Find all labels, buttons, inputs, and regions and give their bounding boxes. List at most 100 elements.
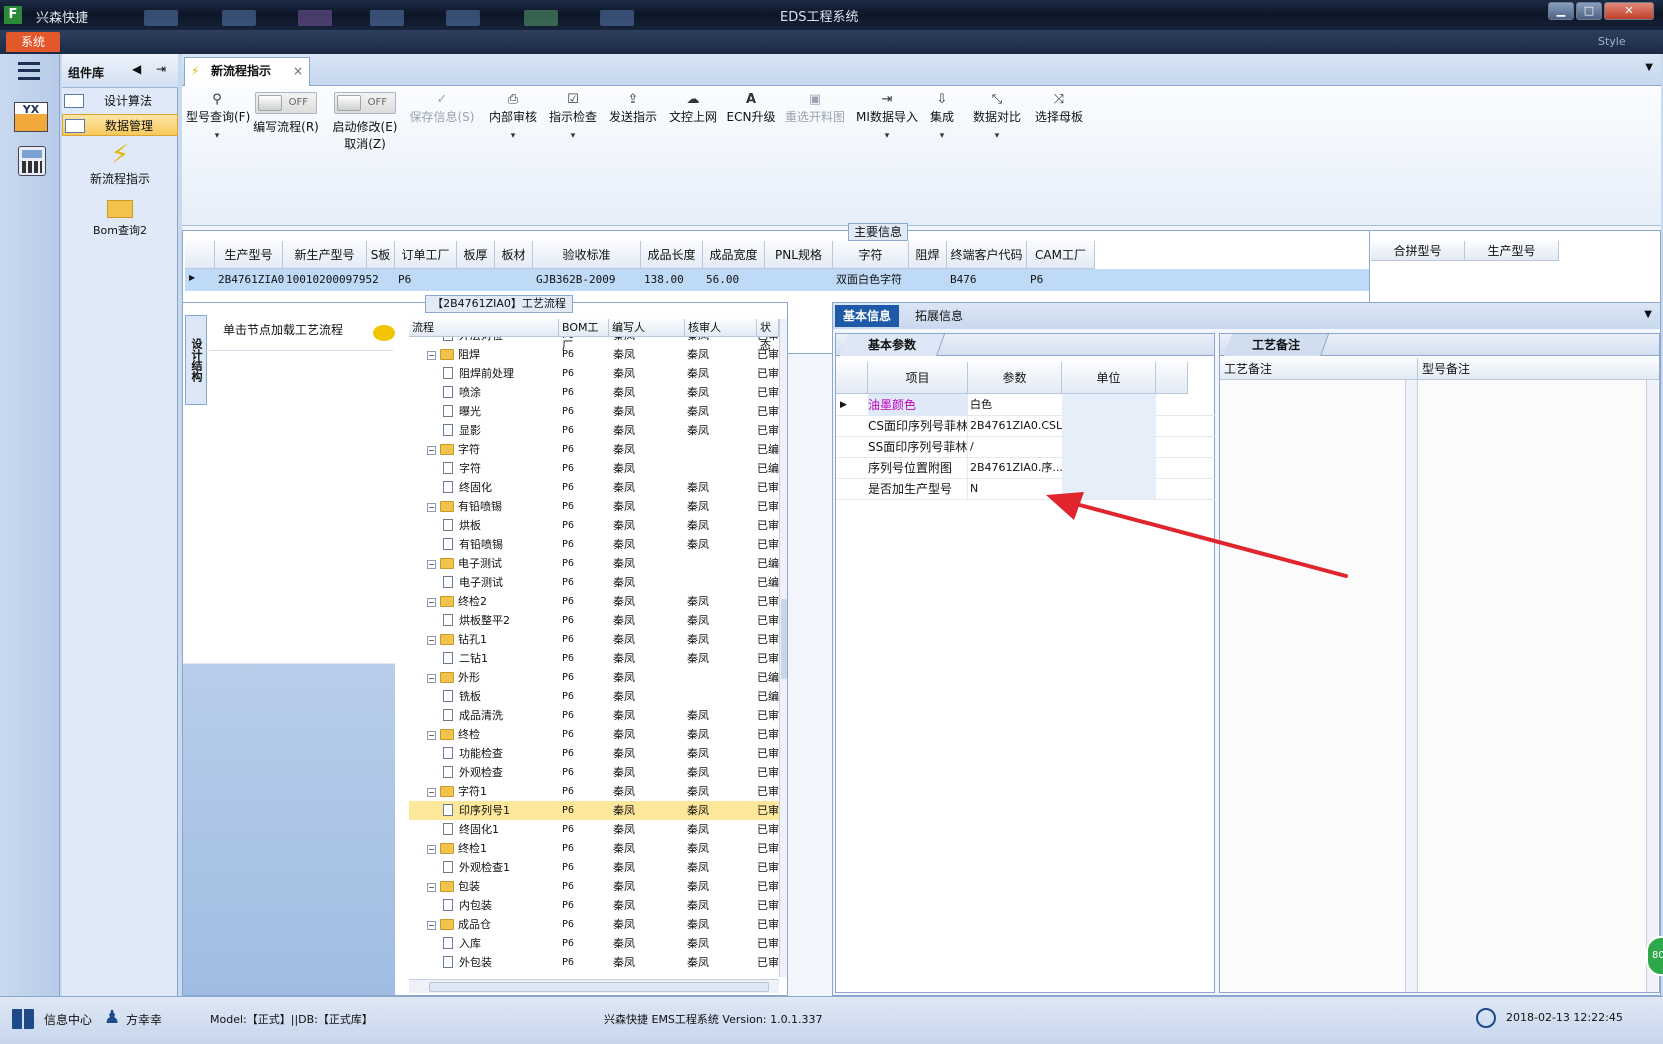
- process-row[interactable]: 阻焊前处理 P6 秦凤 秦凤 已审核: [409, 364, 779, 383]
- main-info-cell[interactable]: P6: [1027, 269, 1095, 291]
- main-info-cell[interactable]: [367, 269, 395, 291]
- sidebar-item-design-algorithm[interactable]: 设计算法: [62, 90, 178, 112]
- process-row[interactable]: − 字符1 P6 秦凤 秦凤 已审核: [409, 782, 779, 801]
- process-row[interactable]: − 阻焊 P6 秦凤 秦凤 已审核: [409, 345, 779, 364]
- model-notes-scrollbar[interactable]: [1646, 380, 1658, 992]
- dropdown-icon[interactable]: ▼: [1644, 309, 1652, 320]
- collapse-icon[interactable]: −: [427, 845, 436, 854]
- data-compare-button[interactable]: ⤡ 数据对比 ▾: [970, 92, 1024, 141]
- system-tab[interactable]: 系统: [6, 32, 60, 52]
- factory-icon[interactable]: YX: [14, 102, 48, 132]
- process-row[interactable]: 电子测试 P6 秦凤 已编写: [409, 573, 779, 592]
- send-instruction-button[interactable]: ⇪ 发送指示: [606, 92, 660, 125]
- process-row[interactable]: − 成品仓 P6 秦凤 秦凤 已审核: [409, 915, 779, 934]
- tab-basic-info[interactable]: 基本信息: [835, 305, 900, 327]
- basic-param-row[interactable]: 序列号位置附图 2B4761ZIA0.序...: [836, 457, 1216, 479]
- process-row[interactable]: 二钻1 P6 秦凤 秦凤 已审核: [409, 649, 779, 668]
- process-node[interactable]: 外包装: [443, 953, 492, 972]
- collapse-icon[interactable]: −: [427, 446, 436, 455]
- tab-dropdown-icon[interactable]: ▼: [1645, 62, 1653, 73]
- param-unit[interactable]: [1062, 457, 1156, 478]
- doc-control-online-button[interactable]: ☁ 文控上网: [666, 92, 720, 125]
- process-row[interactable]: − 钻孔1 P6 秦凤 秦凤 已审核: [409, 630, 779, 649]
- process-node[interactable]: − 包装: [427, 877, 480, 896]
- save-info-button[interactable]: ✓ 保存信息(S): [408, 92, 476, 125]
- sidebar-item-data-management[interactable]: 数据管理: [62, 114, 178, 136]
- col-header[interactable]: 阻焊: [909, 241, 947, 269]
- col-header[interactable]: PNL规格: [765, 241, 833, 269]
- process-node[interactable]: 内包装: [443, 896, 492, 915]
- process-node[interactable]: 二钻1: [443, 649, 488, 668]
- taskbar-thumb[interactable]: [524, 10, 558, 26]
- craft-notes-textarea[interactable]: [1220, 380, 1406, 992]
- process-row[interactable]: 入库 P6 秦凤 秦凤 已审核: [409, 934, 779, 953]
- process-col-header[interactable]: 编写人: [609, 319, 685, 337]
- process-node[interactable]: − 有铅喷锡: [427, 497, 502, 516]
- process-row[interactable]: 外观检查 P6 秦凤 秦凤 已审核: [409, 763, 779, 782]
- process-node[interactable]: 烘板: [443, 516, 481, 535]
- model-notes-textarea[interactable]: [1418, 380, 1646, 992]
- process-row[interactable]: 印序列号1 P6 秦凤 秦凤 已审核: [409, 801, 779, 820]
- info-center-link[interactable]: 信息中心: [44, 1011, 92, 1028]
- collapse-icon[interactable]: −: [427, 598, 436, 607]
- process-node[interactable]: − 阻焊: [427, 345, 480, 364]
- process-node[interactable]: 功能检查: [443, 744, 503, 763]
- main-info-cell[interactable]: 2B4761ZIA0: [215, 269, 284, 291]
- process-row[interactable]: 外包装 P6 秦凤 秦凤 已审核: [409, 953, 779, 972]
- col-header[interactable]: 字符: [833, 241, 909, 269]
- process-row[interactable]: − 电子测试 P6 秦凤 已编写: [409, 554, 779, 573]
- main-info-cell[interactable]: [765, 269, 833, 291]
- process-node[interactable]: 显影: [443, 421, 481, 440]
- process-row[interactable]: − 有铅喷锡 P6 秦凤 秦凤 已审核: [409, 497, 779, 516]
- collapse-icon[interactable]: −: [427, 921, 436, 930]
- process-node[interactable]: 阻焊前处理: [443, 364, 514, 383]
- style-menu[interactable]: Style: [1598, 35, 1626, 48]
- main-info-cell[interactable]: [457, 269, 495, 291]
- ecn-upgrade-button[interactable]: A ECN升级: [726, 92, 776, 125]
- col-header[interactable]: 订单工厂: [395, 241, 457, 269]
- process-node[interactable]: 铣板: [443, 687, 481, 706]
- pin-icon[interactable]: ⇥: [156, 62, 166, 76]
- main-info-cell[interactable]: GJB362B-2009: [533, 269, 641, 291]
- internal-review-button[interactable]: ⎙ 内部审核 ▾: [486, 92, 540, 141]
- write-process-toggle[interactable]: OFF 编写流程(R): [252, 92, 320, 135]
- process-row[interactable]: 外层对位 P6 秦凤 秦凤 已审核: [409, 337, 779, 345]
- process-row[interactable]: 内包装 P6 秦凤 秦凤 已审核: [409, 896, 779, 915]
- process-row[interactable]: − 终检 P6 秦凤 秦凤 已审核: [409, 725, 779, 744]
- param-value[interactable]: /: [970, 436, 1062, 458]
- taskbar-thumb[interactable]: [600, 10, 634, 26]
- new-process-instruction-item[interactable]: ⚡ 新流程指示: [62, 140, 178, 190]
- close-button[interactable]: ✕: [1604, 2, 1654, 20]
- reselect-cutting-chart-button[interactable]: ▣ 重选开料图: [782, 92, 848, 125]
- model-query-button[interactable]: ⚲ 型号查询(F) ▾: [186, 92, 250, 141]
- process-node[interactable]: 终固化: [443, 478, 492, 497]
- horizontal-scrollbar[interactable]: [409, 979, 779, 993]
- main-info-cell[interactable]: B476: [947, 269, 1027, 291]
- main-info-cell[interactable]: 138.00: [641, 269, 703, 291]
- basic-param-row[interactable]: ▶ 油墨颜色 白色: [836, 394, 1216, 416]
- process-row[interactable]: 字符 P6 秦凤 已编写: [409, 459, 779, 478]
- process-col-header[interactable]: 流程: [409, 319, 559, 337]
- process-node[interactable]: − 电子测试: [427, 554, 502, 573]
- col-header[interactable]: 生产型号: [215, 241, 283, 269]
- bom-query2-item[interactable]: Bom查询2: [62, 194, 178, 244]
- start-modify-toggle[interactable]: OFF 启动修改(E) 取消(Z): [330, 92, 400, 152]
- process-row[interactable]: 功能检查 P6 秦凤 秦凤 已审核: [409, 744, 779, 763]
- process-node[interactable]: − 字符1: [427, 782, 487, 801]
- param-unit[interactable]: [1062, 394, 1156, 415]
- process-node[interactable]: − 钻孔1: [427, 630, 487, 649]
- process-col-header[interactable]: 核审人: [685, 319, 757, 337]
- process-row[interactable]: 终固化1 P6 秦凤 秦凤 已审核: [409, 820, 779, 839]
- process-node[interactable]: 外层对位: [443, 337, 503, 345]
- notification-badge[interactable]: 80: [1646, 936, 1663, 976]
- collapse-icon[interactable]: −: [427, 503, 436, 512]
- collapse-icon[interactable]: −: [427, 674, 436, 683]
- process-node[interactable]: 字符: [443, 459, 481, 478]
- process-row[interactable]: 成品清洗 P6 秦凤 秦凤 已审核: [409, 706, 779, 725]
- main-info-cell[interactable]: P6: [395, 269, 457, 291]
- process-node[interactable]: 电子测试: [443, 573, 503, 592]
- param-unit[interactable]: [1062, 436, 1156, 457]
- tab-extended-info[interactable]: 拓展信息: [907, 305, 971, 327]
- collapse-icon[interactable]: −: [427, 560, 436, 569]
- process-node[interactable]: − 终检2: [427, 592, 487, 611]
